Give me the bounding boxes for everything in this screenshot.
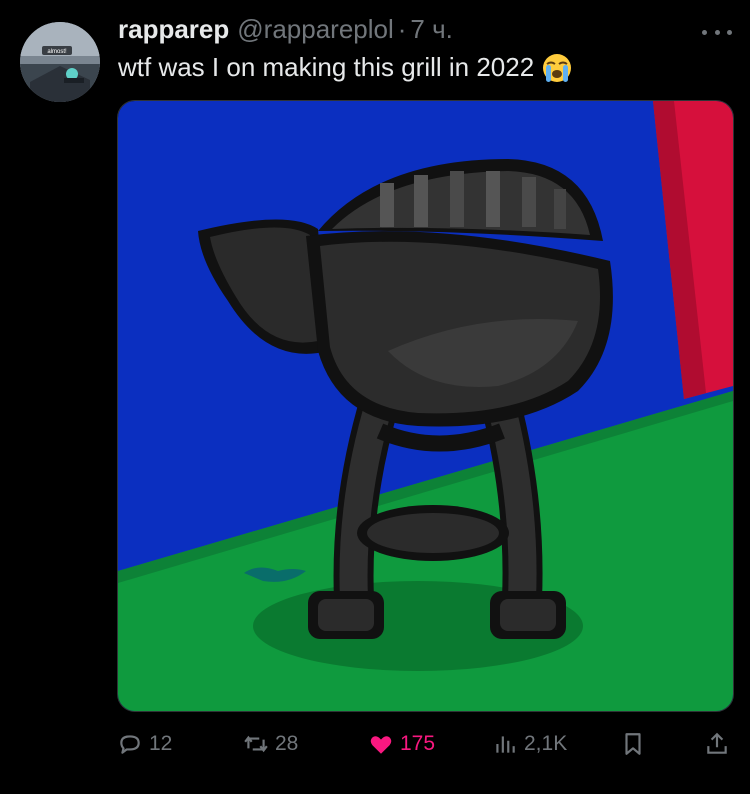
bookmark-button[interactable]: [620, 722, 652, 766]
more-icon[interactable]: [702, 22, 732, 42]
reply-icon: [120, 735, 140, 754]
tweet-header: rapparep @rappareplol · 7 ч.: [118, 14, 453, 48]
tweet-body: wtf was I on making this grill in 2022: [118, 52, 535, 82]
reply-button[interactable]: 12: [117, 722, 172, 766]
tweet[interactable]: almost! rapparep @rappareplol · 7 ч. wtf…: [0, 0, 750, 794]
views-button[interactable]: 2,1K: [492, 722, 567, 766]
share-button[interactable]: [704, 722, 736, 766]
display-name[interactable]: rapparep: [118, 14, 229, 45]
heart-icon: [370, 736, 392, 754]
repost-icon: [244, 735, 268, 753]
avatar-caption: almost!: [47, 49, 67, 55]
like-button[interactable]: 175: [368, 722, 435, 766]
repost-count: 28: [275, 732, 299, 755]
views-icon: [496, 736, 515, 753]
user-handle[interactable]: @rappareplol: [237, 14, 393, 45]
bookmark-icon: [625, 733, 641, 755]
tweet-media[interactable]: [117, 100, 734, 712]
repost-button[interactable]: 28: [243, 722, 298, 766]
share-icon: [707, 732, 727, 754]
views-count: 2,1K: [524, 732, 568, 755]
grill-image: [118, 101, 733, 711]
like-count: 175: [400, 732, 436, 755]
avatar[interactable]: almost!: [20, 22, 100, 102]
action-bar: 12 28 175 2,1K: [0, 722, 750, 766]
tweet-text: wtf was I on making this grill in 2022: [118, 52, 572, 83]
reply-count: 12: [149, 732, 173, 755]
loudly-crying-face-icon: [543, 53, 572, 82]
timestamp[interactable]: 7 ч.: [410, 14, 452, 45]
separator: ·: [397, 14, 407, 44]
